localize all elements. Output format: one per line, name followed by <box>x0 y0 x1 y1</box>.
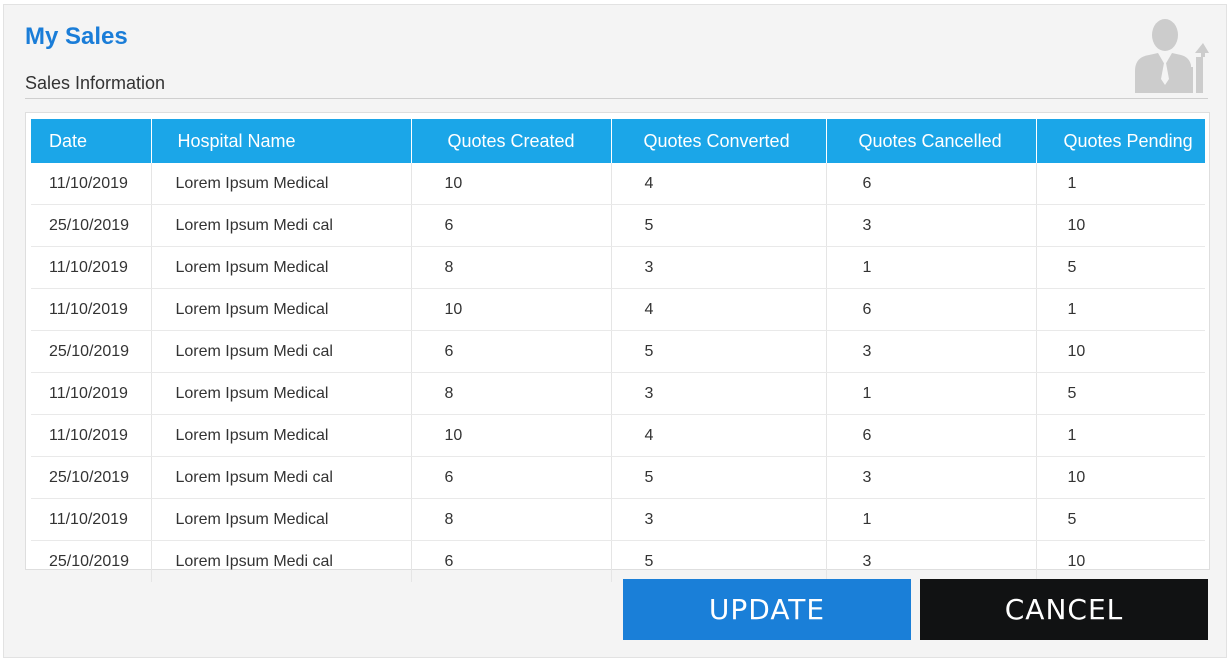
cell-quotes-cancelled: 6 <box>826 163 1037 205</box>
cell-quotes-created: 8 <box>411 498 612 541</box>
cell-hospital-name: Lorem Ipsum Medical <box>151 288 412 331</box>
cell-quotes-cancelled: 1 <box>826 372 1037 415</box>
cell-date: 25/10/2019 <box>31 204 152 247</box>
cell-hospital-name: Lorem Ipsum Medi cal <box>151 540 412 582</box>
sales-person-chart-icon <box>1135 19 1209 93</box>
table-row[interactable]: 25/10/2019 Lorem Ipsum Medi cal 6 5 3 10 <box>31 330 1205 373</box>
cell-quotes-converted: 5 <box>611 540 827 582</box>
cell-quotes-pending: 10 <box>1067 552 1086 570</box>
cell-quotes-pending: 1 <box>1036 414 1205 457</box>
cell-quotes-cancelled: 6 <box>826 414 1037 457</box>
cell-quotes-converted: 5 <box>611 330 827 373</box>
sales-panel: My Sales Sales Information Date Hospital… <box>3 4 1227 658</box>
table-header-row: Date Hospital Name Quotes Created Quotes… <box>31 119 1205 163</box>
cell-quotes-created: 6 <box>411 204 612 247</box>
column-header-date[interactable]: Date <box>31 119 152 163</box>
cell-quotes-pending: 1 <box>1036 288 1205 331</box>
sales-table-container: Date Hospital Name Quotes Created Quotes… <box>25 112 1210 582</box>
table-row[interactable]: 11/10/2019 Lorem Ipsum Medical 10 4 6 1 <box>31 163 1205 205</box>
cell-quotes-cancelled: 1 <box>826 498 1037 541</box>
cell-quotes-created: 10 <box>411 163 612 205</box>
cell-hospital-name: Lorem Ipsum Medi cal <box>151 456 412 499</box>
cell-quotes-created: 10 <box>411 414 612 457</box>
page-title: My Sales <box>25 23 128 50</box>
cell-date: 25/10/2019 <box>31 330 152 373</box>
cell-date: 11/10/2019 <box>31 498 152 541</box>
table-row[interactable]: 25/10/2019 Lorem Ipsum Medi cal 6 5 3 10 <box>31 456 1205 499</box>
cell-quotes-created: 10 <box>411 288 612 331</box>
cell-quotes-converted: 4 <box>611 414 827 457</box>
cell-date: 25/10/2019 <box>31 540 152 582</box>
cell-quotes-converted: 3 <box>611 372 827 415</box>
cell-quotes-cancelled: 6 <box>826 288 1037 331</box>
column-header-quotes-converted[interactable]: Quotes Converted <box>611 119 827 163</box>
cell-quotes-created: 6 <box>411 540 612 582</box>
cell-quotes-converted: 5 <box>611 204 827 247</box>
cell-hospital-name: Lorem Ipsum Medical <box>151 163 412 205</box>
cell-quotes-pending: 10 <box>1036 330 1205 373</box>
cell-hospital-name: Lorem Ipsum Medical <box>151 246 412 289</box>
sales-table: Date Hospital Name Quotes Created Quotes… <box>31 119 1205 582</box>
cell-quotes-cancelled: 3 <box>826 456 1037 499</box>
cell-quotes-converted: 5 <box>611 456 827 499</box>
cell-hospital-name: Lorem Ipsum Medi cal <box>151 204 412 247</box>
table-row[interactable]: 25/10/2019 Lorem Ipsum Medi cal 6 5 3 10 <box>31 204 1205 247</box>
column-header-quotes-cancelled[interactable]: Quotes Cancelled <box>826 119 1037 163</box>
cell-quotes-pending: 5 <box>1036 372 1205 415</box>
cell-quotes-converted: 3 <box>611 498 827 541</box>
table-row[interactable]: 11/10/2019 Lorem Ipsum Medical 8 3 1 5 <box>31 372 1205 415</box>
cell-date: 11/10/2019 <box>31 246 152 289</box>
cancel-button[interactable]: CANCEL <box>920 579 1208 640</box>
cell-quotes-pending: 5 <box>1036 498 1205 541</box>
cell-quotes-converted: 4 <box>611 163 827 205</box>
table-row[interactable]: 11/10/2019 Lorem Ipsum Medical 10 4 6 1 <box>31 414 1205 457</box>
cell-quotes-converted: 3 <box>611 246 827 289</box>
cell-date: 11/10/2019 <box>31 288 152 331</box>
cell-date: 11/10/2019 <box>31 414 152 457</box>
column-header-hospital-name[interactable]: Hospital Name <box>151 119 412 163</box>
section-subtitle: Sales Information <box>25 73 166 93</box>
cell-quotes-created: 8 <box>411 246 612 289</box>
cell-quotes-pending: 10 <box>1036 456 1205 499</box>
table-row[interactable]: 11/10/2019 Lorem Ipsum Medical 8 3 1 5 <box>31 498 1205 541</box>
cell-quotes-created: 6 <box>411 456 612 499</box>
cell-quotes-cancelled: 3 <box>826 204 1037 247</box>
table-row[interactable]: 11/10/2019 Lorem Ipsum Medical 10 4 6 1 <box>31 288 1205 331</box>
column-header-quotes-pending[interactable]: Quotes Pending <box>1036 119 1205 163</box>
table-row[interactable]: 11/10/2019 Lorem Ipsum Medical 8 3 1 5 <box>31 246 1205 289</box>
divider <box>25 98 1208 99</box>
cell-hospital-name: Lorem Ipsum Medical <box>151 498 412 541</box>
cell-quotes-pending: 10 <box>1036 204 1205 247</box>
cell-hospital-name: Lorem Ipsum Medical <box>151 372 412 415</box>
cell-quotes-pending: 1 <box>1036 163 1205 205</box>
cell-date: 25/10/2019 <box>31 456 152 499</box>
cell-date: 11/10/2019 <box>31 372 152 415</box>
cell-hospital-name: Lorem Ipsum Medical <box>151 414 412 457</box>
column-header-quotes-created[interactable]: Quotes Created <box>411 119 612 163</box>
cell-quotes-pending: 5 <box>1036 246 1205 289</box>
cell-quotes-created: 6 <box>411 330 612 373</box>
cell-quotes-cancelled: 3 <box>826 330 1037 373</box>
cell-quotes-created: 8 <box>411 372 612 415</box>
table-row[interactable]: 25/10/2019 Lorem Ipsum Medi cal 6 5 3 10 <box>31 540 1205 582</box>
cell-hospital-name: Lorem Ipsum Medi cal <box>151 330 412 373</box>
cell-quotes-converted: 4 <box>611 288 827 331</box>
cell-quotes-cancelled: 1 <box>826 246 1037 289</box>
cell-date: 11/10/2019 <box>31 163 152 205</box>
update-button[interactable]: UPDATE <box>623 579 911 640</box>
cell-quotes-cancelled: 3 <box>826 540 1037 582</box>
